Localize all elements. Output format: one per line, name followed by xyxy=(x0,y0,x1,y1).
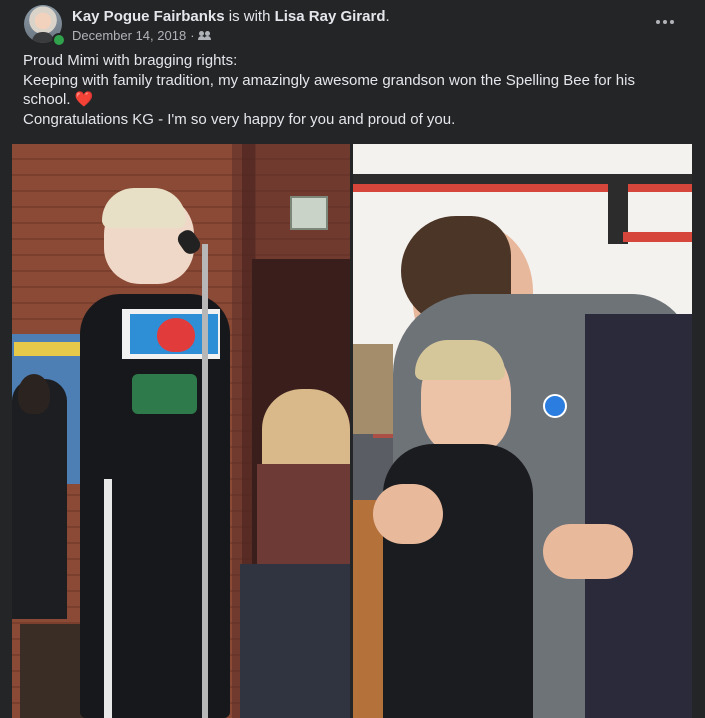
more-options-icon[interactable] xyxy=(653,10,677,34)
post-line-3: Congratulations KG - I'm so very happy f… xyxy=(23,110,456,128)
post-line-2-text: Keeping with family tradition, my amazin… xyxy=(23,71,635,109)
post-body: Proud Mimi with bragging rights: Keeping… xyxy=(23,51,685,129)
photo-grid xyxy=(12,144,692,718)
post-line-2: Keeping with family tradition, my amazin… xyxy=(23,71,685,110)
post-line-1: Proud Mimi with bragging rights: xyxy=(23,52,238,69)
with-text: is with xyxy=(228,8,271,25)
heart-emoji-icon: ❤️ xyxy=(74,91,94,108)
online-status-icon xyxy=(52,33,66,47)
photo-spelling-bee[interactable] xyxy=(12,144,350,718)
tagged-suffix: . xyxy=(385,8,390,25)
author-name[interactable]: Kay Pogue Fairbanks xyxy=(72,8,225,25)
friends-icon[interactable] xyxy=(197,30,211,41)
meta-separator: · xyxy=(190,28,195,43)
post-header: Kay Pogue Fairbanks is with Lisa Ray Gir… xyxy=(23,4,685,47)
photo-hug[interactable] xyxy=(353,144,692,718)
post-date[interactable]: December 14, 2018 xyxy=(72,28,186,43)
author-line: Kay Pogue Fairbanks is with Lisa Ray Gir… xyxy=(72,8,390,25)
post-card: Kay Pogue Fairbanks is with Lisa Ray Gir… xyxy=(0,0,705,718)
post-meta: December 14, 2018 · xyxy=(72,28,211,43)
tagged-person[interactable]: Lisa Ray Girard xyxy=(275,8,386,25)
